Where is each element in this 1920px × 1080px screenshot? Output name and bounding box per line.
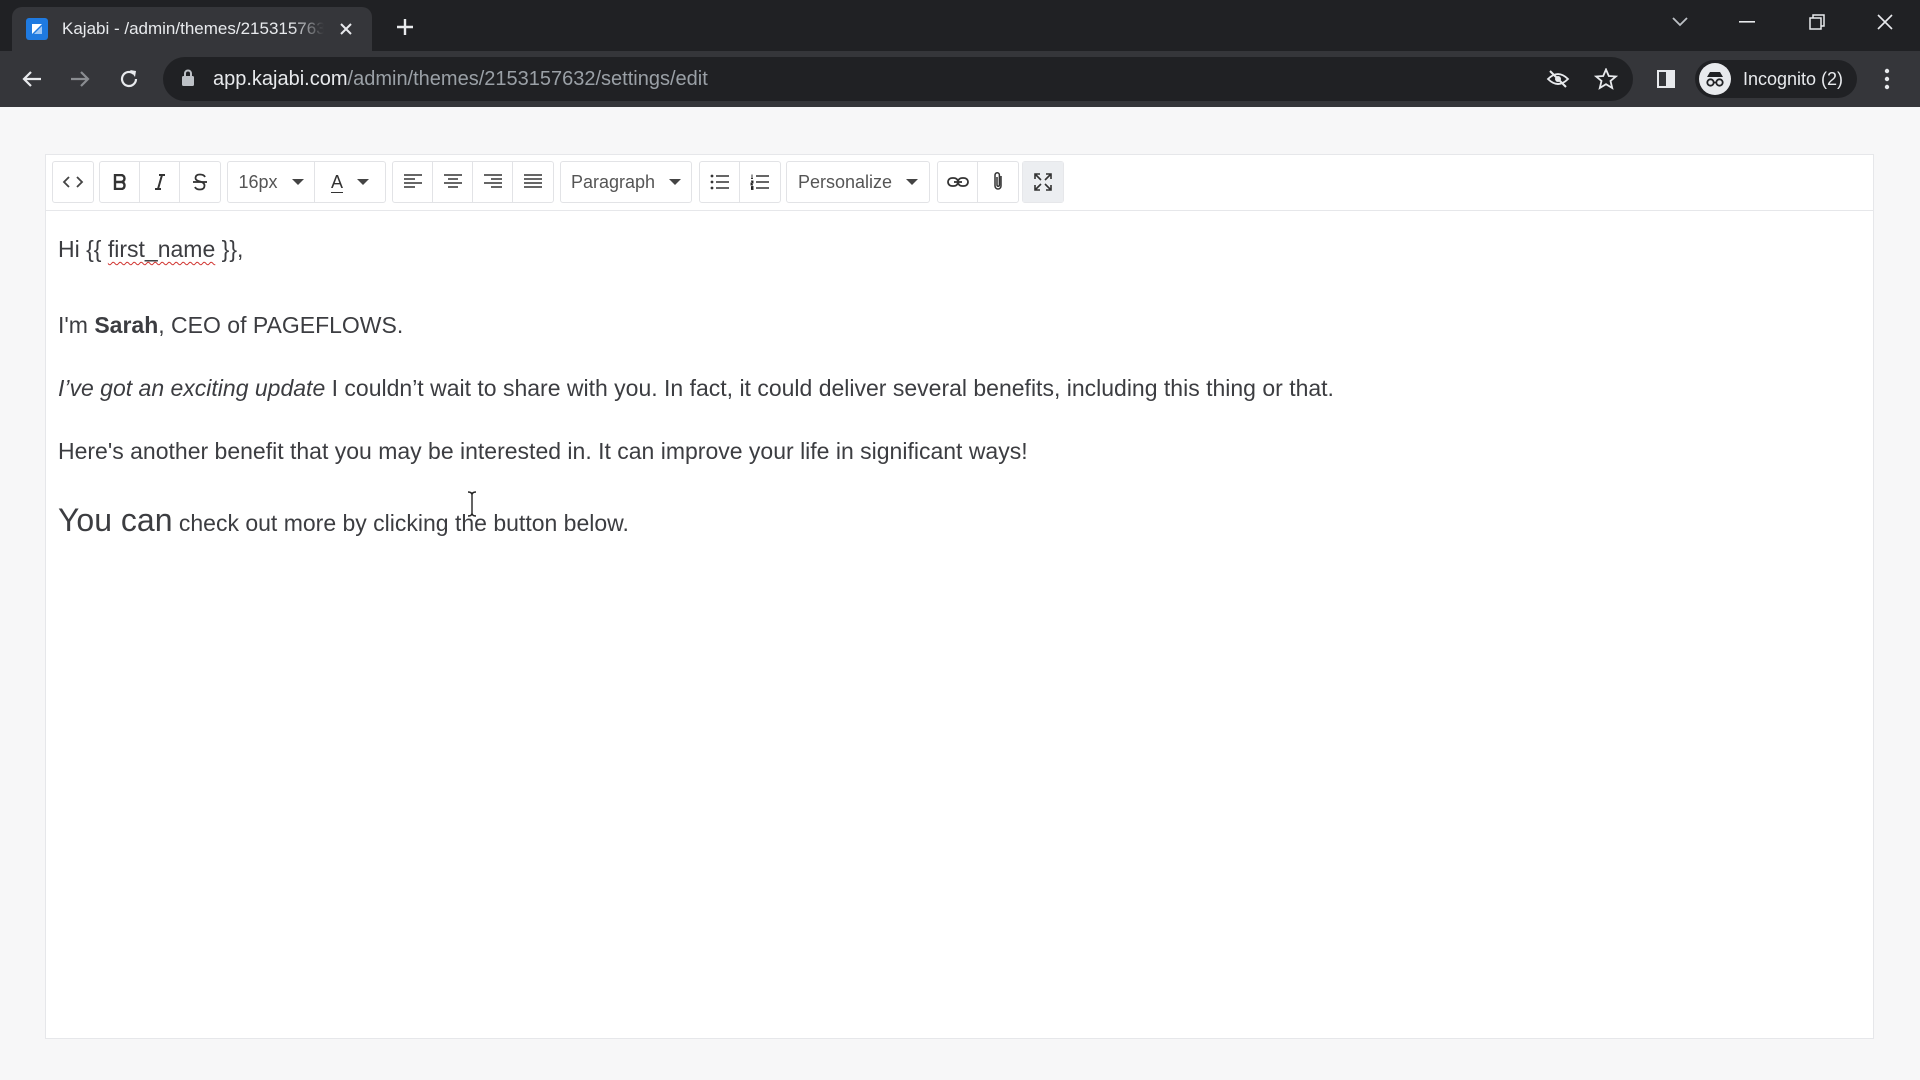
italic-icon [154, 174, 165, 190]
minimize-icon[interactable] [1727, 6, 1767, 38]
chevron-down-icon [669, 179, 682, 185]
benefit-line: Here's another benefit that you may be i… [58, 438, 1028, 464]
tab-search-icon[interactable] [1660, 6, 1700, 38]
close-tab-icon[interactable] [334, 17, 358, 41]
font-size-dropdown[interactable]: 16px [228, 162, 315, 202]
tracking-protection-eye-off-icon[interactable] [1546, 67, 1570, 91]
align-left-button[interactable] [393, 162, 433, 202]
italic-button[interactable] [140, 162, 180, 202]
attach-file-button[interactable] [978, 162, 1018, 202]
chevron-down-icon [291, 179, 304, 185]
restore-icon[interactable] [1797, 6, 1837, 38]
page-body: 16px A Paragraph Personalize Hi {{first… [0, 107, 1920, 1080]
fullscreen-icon [1034, 173, 1052, 191]
bold-button[interactable] [100, 162, 140, 202]
alignment-group [392, 161, 554, 203]
numbered-list-button[interactable] [740, 162, 780, 202]
kajabi-favicon-icon [26, 18, 48, 40]
format-group [99, 161, 221, 203]
justify-icon [524, 174, 542, 188]
font-style-group: 16px A [227, 161, 386, 203]
text-color-icon: A [330, 171, 343, 192]
align-right-icon [483, 174, 502, 188]
cta-line: You can check out more by clicking the b… [58, 502, 629, 538]
chevron-down-icon [357, 179, 369, 185]
bullet-list-button[interactable] [700, 162, 740, 202]
misspelled-word: first_name [107, 236, 216, 262]
browser-menu-icon[interactable] [1871, 63, 1903, 95]
bullet-list-icon [710, 174, 729, 190]
strikethrough-icon [193, 173, 207, 191]
incognito-profile-button[interactable]: Incognito (2) [1695, 60, 1857, 98]
incognito-icon [1699, 63, 1731, 95]
personalize-label: Personalize [797, 171, 893, 192]
align-right-button[interactable] [473, 162, 513, 202]
lock-icon[interactable] [181, 69, 195, 92]
personalize-dropdown[interactable]: Personalize [787, 162, 929, 202]
list-group [699, 161, 781, 203]
font-size-value: 16px [238, 171, 278, 192]
bold-icon [113, 174, 126, 190]
close-window-icon[interactable] [1865, 6, 1905, 38]
chevron-down-icon [906, 179, 919, 185]
incognito-label: Incognito (2) [1743, 68, 1844, 89]
browser-tabstrip: Kajabi - /admin/themes/2153157632/settin… [0, 0, 1920, 51]
browser-toolbar: app.kajabi.com/admin/themes/2153157632/s… [0, 51, 1920, 107]
strikethrough-button[interactable] [180, 162, 220, 202]
paragraph-format-dropdown[interactable]: Paragraph [561, 162, 691, 202]
intro-line: I'm Sarah, CEO of PAGEFLOWS. [58, 312, 404, 338]
insert-group [937, 161, 1019, 203]
text-cursor-icon [467, 491, 477, 517]
fullscreen-group [1022, 161, 1064, 203]
fullscreen-button[interactable] [1023, 162, 1063, 202]
browser-tab[interactable]: Kajabi - /admin/themes/2153157632/settin… [12, 7, 372, 51]
forward-icon[interactable] [64, 63, 96, 95]
greeting-line: Hi {{ first_name }}, [58, 236, 244, 262]
code-view-button[interactable] [53, 162, 93, 202]
block-format-group: Paragraph [560, 161, 692, 203]
side-panel-icon[interactable] [1650, 63, 1682, 95]
link-icon [946, 177, 969, 187]
align-left-icon [403, 174, 422, 188]
update-line: I’ve got an exciting update I couldn’t w… [58, 375, 1334, 401]
tab-title: Kajabi - /admin/themes/2153157632/settin… [62, 19, 324, 38]
justify-button[interactable] [513, 162, 553, 202]
numbered-list-icon [750, 174, 769, 190]
bookmark-star-icon[interactable] [1594, 67, 1618, 91]
reload-icon[interactable] [113, 63, 145, 95]
editor-toolbar: 16px A Paragraph Personalize [46, 155, 1873, 211]
paragraph-format-value: Paragraph [570, 171, 656, 192]
code-group [52, 161, 94, 203]
back-icon[interactable] [16, 63, 48, 95]
text-color-dropdown[interactable]: A [315, 162, 385, 202]
align-center-icon [443, 174, 462, 188]
new-tab-icon[interactable] [390, 12, 420, 42]
align-center-button[interactable] [433, 162, 473, 202]
code-icon [62, 176, 84, 188]
url-text[interactable]: app.kajabi.com/admin/themes/2153157632/s… [213, 68, 708, 91]
personalize-group: Personalize [786, 161, 930, 203]
address-bar[interactable]: app.kajabi.com/admin/themes/2153157632/s… [163, 57, 1633, 101]
rich-text-editor: 16px A Paragraph Personalize Hi {{first… [45, 154, 1874, 1039]
paperclip-icon [994, 172, 1002, 190]
insert-link-button[interactable] [938, 162, 978, 202]
